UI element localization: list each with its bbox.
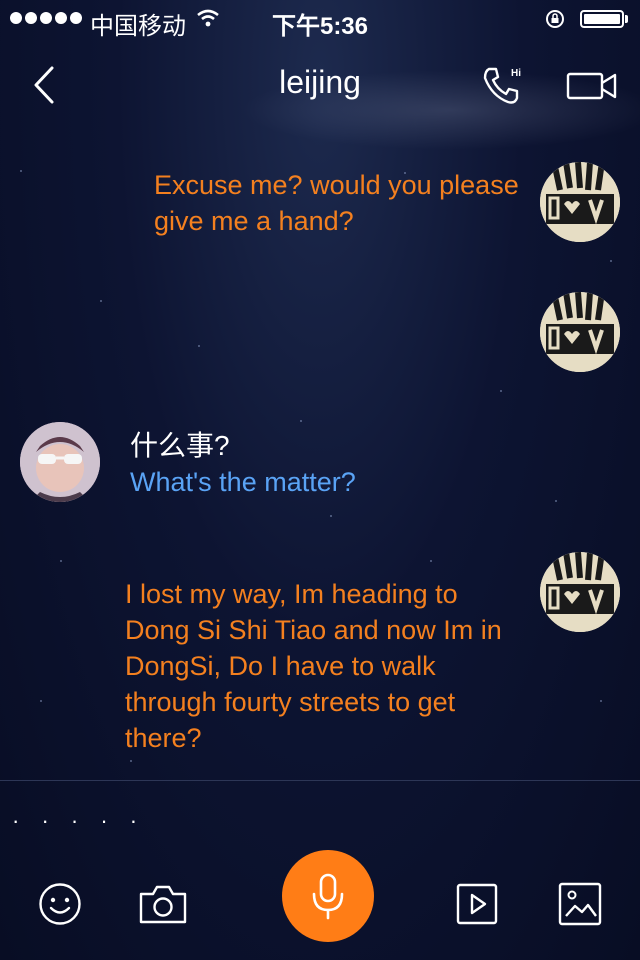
love-logo-icon [540, 552, 620, 632]
chat-title: leijing [279, 64, 361, 100]
love-logo-icon [540, 292, 620, 372]
my-avatar[interactable] [540, 552, 620, 632]
rotation-lock-icon [546, 10, 564, 28]
contact-avatar[interactable] [20, 422, 100, 502]
battery-fill [584, 14, 620, 24]
message-text: Excuse me? would you please give me a ha… [154, 170, 519, 236]
status-time: 下午5:36 [271, 13, 369, 40]
typing-indicator: · · · · · [12, 808, 146, 833]
image-button[interactable] [558, 882, 602, 926]
message-text: 什么事? [130, 430, 230, 461]
call-icon-label: Hi [511, 68, 521, 79]
message-translation: What's the matter? [130, 467, 356, 497]
camera-button[interactable] [138, 882, 188, 926]
love-logo-icon [540, 162, 620, 242]
status-bar: 中国移动 下午5:36 [0, 0, 640, 40]
emoji-button[interactable] [38, 882, 82, 926]
my-avatar[interactable] [540, 292, 620, 372]
microphone-icon [312, 873, 344, 920]
contact-photo [20, 422, 100, 502]
my-avatar[interactable] [540, 162, 620, 242]
chat-header: leijing Hi [0, 40, 640, 128]
message-text: I lost my way, Im heading to Dong Si Shi… [125, 579, 502, 753]
video-message-button[interactable] [456, 883, 498, 925]
voice-call-button[interactable]: Hi [480, 64, 524, 108]
battery-icon [580, 10, 624, 28]
composer-divider [0, 780, 640, 781]
battery-tip [625, 15, 628, 23]
microphone-button[interactable] [282, 850, 374, 942]
video-call-button[interactable] [566, 70, 618, 102]
